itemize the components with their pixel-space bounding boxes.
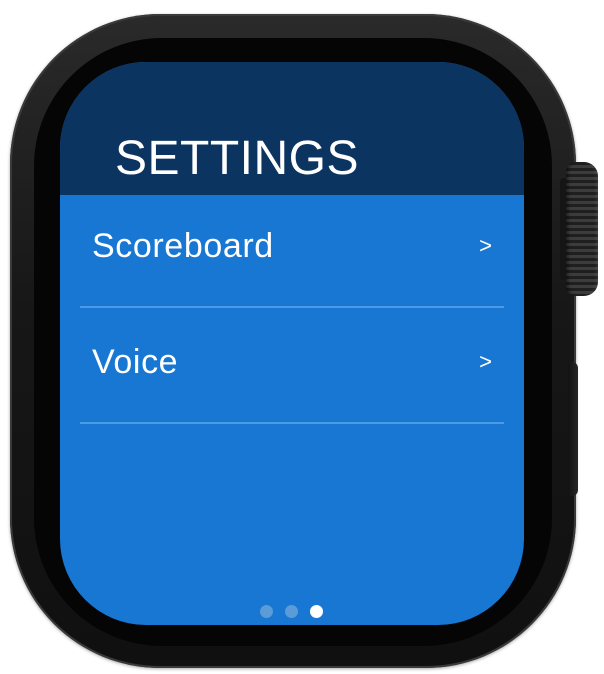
chevron-right-icon: > xyxy=(479,349,492,374)
digital-crown[interactable] xyxy=(566,162,598,296)
divider xyxy=(80,306,504,308)
menu-item-label: Scoreboard xyxy=(92,227,274,265)
menu-item-voice[interactable]: Voice > xyxy=(80,334,504,394)
page-dot[interactable] xyxy=(260,605,273,618)
page-title: SETTINGS xyxy=(115,132,360,185)
menu-item-label: Voice xyxy=(92,343,179,381)
menu-item-scoreboard[interactable]: Scoreboard > xyxy=(80,218,504,278)
side-button[interactable] xyxy=(568,362,578,496)
page-indicator[interactable] xyxy=(260,605,330,619)
divider xyxy=(80,422,504,424)
watch-screen: SETTINGS Scoreboard > Voice > xyxy=(60,62,524,625)
chevron-right-icon: > xyxy=(479,233,492,258)
page-dot-active[interactable] xyxy=(310,605,323,618)
page-dot[interactable] xyxy=(285,605,298,618)
header: SETTINGS xyxy=(60,62,524,195)
